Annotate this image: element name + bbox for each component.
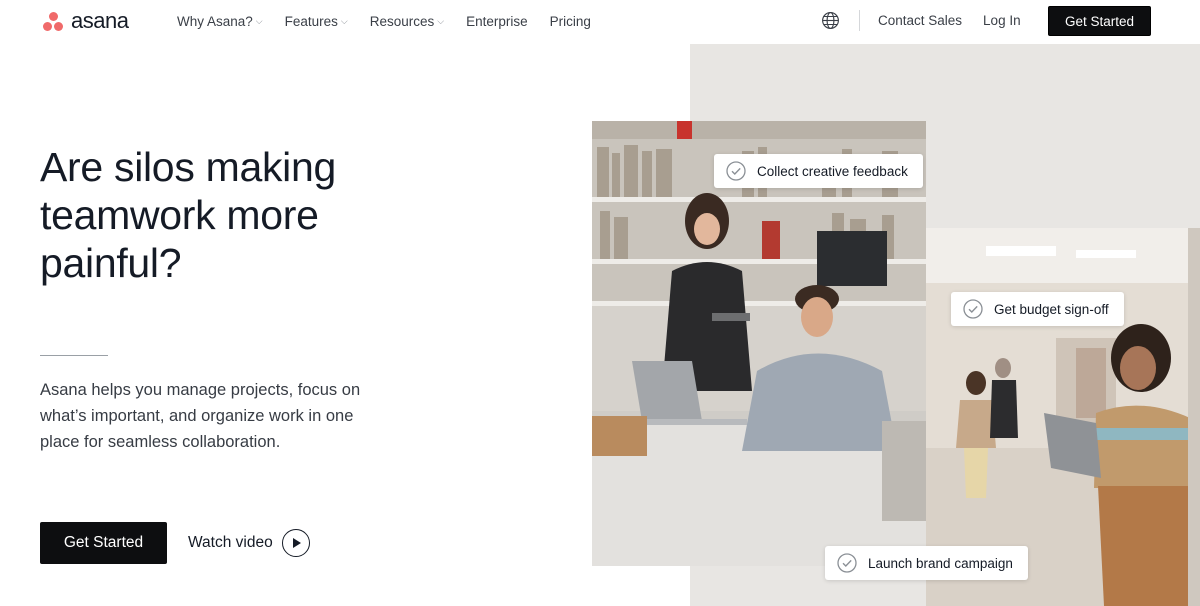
watch-video-label: Watch video xyxy=(188,534,273,551)
hero-heading-line: painful? xyxy=(40,240,182,286)
chevron-down-icon: ⌵ xyxy=(340,15,348,26)
check-circle-icon xyxy=(726,161,746,181)
hero-heading-line: teamwork more xyxy=(40,192,319,238)
check-circle-icon xyxy=(837,553,857,573)
chevron-down-icon: ⌵ xyxy=(437,15,445,26)
nav-features[interactable]: Features ⌵ xyxy=(285,14,348,29)
secondary-nav-links: Contact Sales Log In xyxy=(878,13,1042,28)
asana-logo[interactable]: asana xyxy=(42,8,129,33)
hero-divider xyxy=(40,355,108,356)
play-circle-icon xyxy=(281,529,310,557)
logo-wordmark: asana xyxy=(71,8,129,33)
nav-enterprise[interactable]: Enterprise xyxy=(466,14,528,29)
task-chip-label: Collect creative feedback xyxy=(757,163,908,179)
nav-why-asana[interactable]: Why Asana? ⌵ xyxy=(177,14,263,29)
nav-divider xyxy=(859,10,860,31)
nav-get-started-button[interactable]: Get Started xyxy=(1048,6,1151,36)
task-chip-collect-creative-feedback: Collect creative feedback xyxy=(714,154,923,188)
check-circle-icon xyxy=(963,299,983,319)
log-in-link[interactable]: Log In xyxy=(983,13,1021,28)
task-chip-launch-brand-campaign: Launch brand campaign xyxy=(825,546,1028,580)
hero-description: Asana helps you manage projects, focus o… xyxy=(40,381,361,451)
asana-logo-icon xyxy=(42,11,64,31)
primary-nav-links: Why Asana? ⌵ Features ⌵ Resources ⌵ Ente… xyxy=(177,13,613,29)
watch-video-button[interactable]: Watch video xyxy=(188,528,310,558)
chevron-down-icon: ⌵ xyxy=(255,15,263,26)
task-chip-label: Get budget sign-off xyxy=(994,301,1109,317)
task-chip-label: Launch brand campaign xyxy=(868,555,1013,571)
contact-sales-link[interactable]: Contact Sales xyxy=(878,13,962,28)
nav-resources[interactable]: Resources ⌵ xyxy=(370,14,444,29)
top-navigation: asana Why Asana? ⌵ Features ⌵ Resources … xyxy=(0,0,1200,44)
nav-pricing[interactable]: Pricing xyxy=(550,14,591,29)
globe-icon[interactable] xyxy=(821,11,840,30)
hero-heading: Are silos making teamwork more painful? xyxy=(40,143,460,287)
task-chip-get-budget-sign-off: Get budget sign-off xyxy=(951,292,1124,326)
hero-heading-line: Are silos making xyxy=(40,144,336,190)
asana-landing-page: asana Why Asana? ⌵ Features ⌵ Resources … xyxy=(0,0,1200,606)
hero-get-started-button[interactable]: Get Started xyxy=(40,522,167,564)
